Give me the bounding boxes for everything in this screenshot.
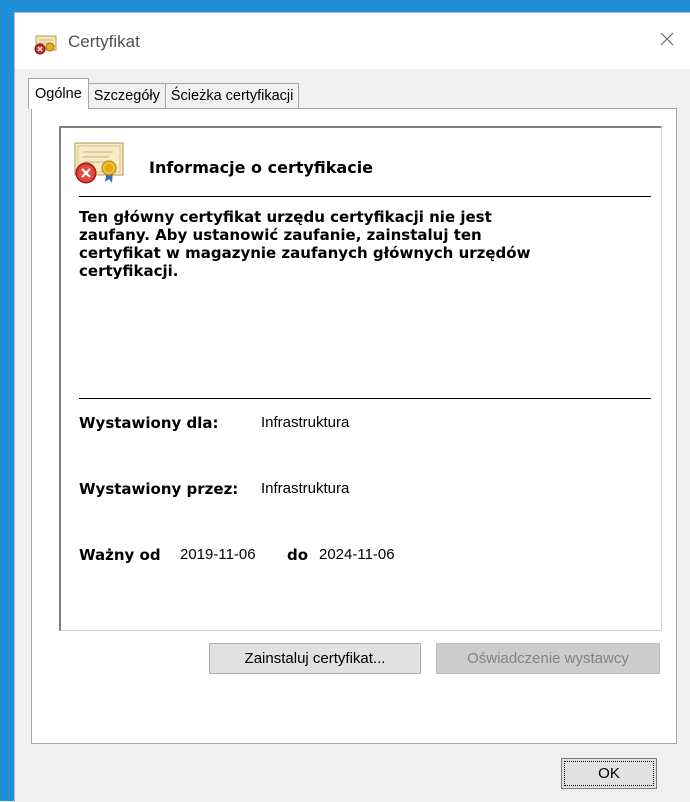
trust-warning-line: certyfikacji. xyxy=(79,262,179,280)
certificate-error-icon xyxy=(69,140,129,186)
details-divider xyxy=(79,398,651,399)
issued-by-value: Infrastruktura xyxy=(261,480,350,497)
window-title: Certyfikat xyxy=(68,32,140,51)
issued-to-label: Wystawiony dla: xyxy=(79,414,219,432)
tab-general[interactable]: Ogólne xyxy=(28,78,89,109)
certificate-info-box: Informacje o certyfikacie Ten główny cer… xyxy=(59,126,662,631)
trust-warning-line: certyfikat w magazynie zaufanych głównyc… xyxy=(79,244,531,262)
heading-divider xyxy=(79,196,651,197)
close-icon xyxy=(659,31,675,51)
certificate-error-icon xyxy=(33,34,59,56)
issued-by-label: Wystawiony przez: xyxy=(79,480,239,498)
valid-to-value: 2024-11-06 xyxy=(319,546,395,563)
install-certificate-button[interactable]: Zainstaluj certyfikat... xyxy=(209,643,421,674)
tab-certification-path[interactable]: Ścieżka certyfikacji xyxy=(164,83,300,109)
window-accent-top xyxy=(0,0,690,12)
valid-to-label: do xyxy=(287,546,309,564)
close-button[interactable] xyxy=(643,13,690,69)
valid-from-label: Ważny od xyxy=(79,546,161,564)
tab-strip: Ogólne Szczegóły Ścieżka certyfikacji xyxy=(28,78,300,109)
certificate-dialog: Certyfikat Ogólne Szczegóły Ścieżka cert… xyxy=(14,12,690,802)
trust-warning-line: Ten główny certyfikat urzędu certyfikacj… xyxy=(79,208,492,226)
issuer-statement-button[interactable]: Oświadczenie wystawcy xyxy=(436,643,660,674)
general-tab-panel: Informacje o certyfikacie Ten główny cer… xyxy=(31,108,677,744)
info-heading: Informacje o certyfikacie xyxy=(149,158,374,177)
title-bar[interactable]: Certyfikat xyxy=(15,13,690,69)
tab-details[interactable]: Szczegóły xyxy=(87,83,166,109)
trust-warning-text: Ten główny certyfikat urzędu certyfikacj… xyxy=(79,208,579,280)
ok-button[interactable]: OK xyxy=(561,758,657,789)
trust-warning-line: zaufany. Aby ustanowić zaufanie, zainsta… xyxy=(79,226,482,244)
window-accent-left xyxy=(0,0,14,801)
valid-from-value: 2019-11-06 xyxy=(180,546,256,563)
issued-to-value: Infrastruktura xyxy=(261,414,350,431)
